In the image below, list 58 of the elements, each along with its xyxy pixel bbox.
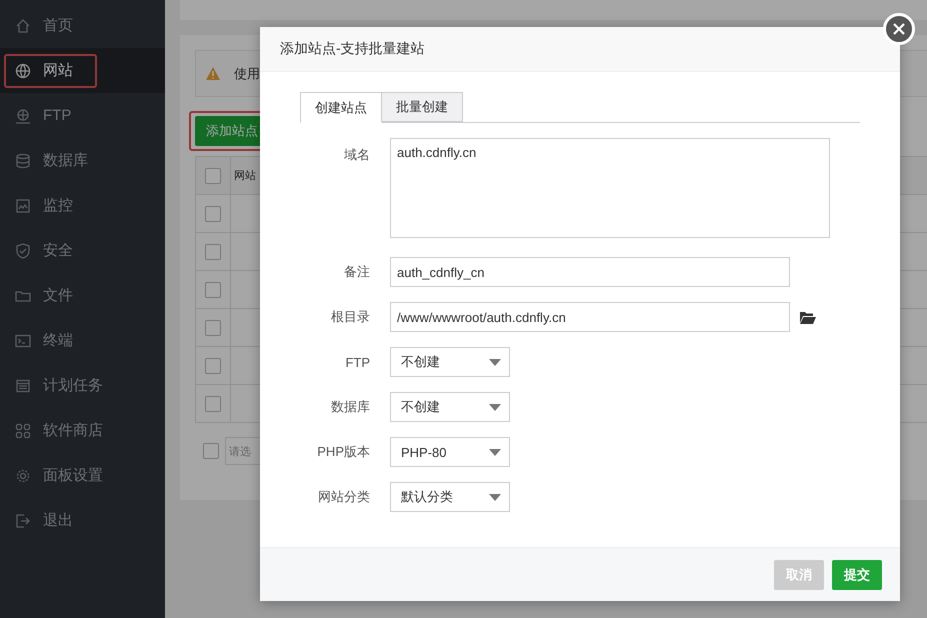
checkbox[interactable] <box>205 320 221 336</box>
checkbox[interactable] <box>205 244 221 260</box>
checkbox[interactable] <box>205 168 221 184</box>
caret-icon <box>489 404 501 410</box>
field-label: PHP版本 <box>316 443 370 461</box>
tab[interactable]: 批量创建 <box>381 92 463 122</box>
sidebar-item[interactable]: 面板设置 <box>0 453 165 498</box>
submit-button[interactable]: 提交 <box>832 560 882 590</box>
sidebar-item[interactable]: 终端 <box>0 318 165 363</box>
close-icon <box>893 23 905 35</box>
caret-icon <box>489 358 501 366</box>
checkbox[interactable] <box>205 396 221 412</box>
checkbox[interactable] <box>205 206 221 222</box>
globe-icon <box>15 62 31 78</box>
home-icon <box>15 18 31 34</box>
monitor-icon <box>15 198 31 214</box>
network-icon <box>15 108 31 124</box>
notice-text: 使用 <box>234 64 260 82</box>
field-label: 域名 <box>343 146 370 164</box>
database-icon <box>15 152 31 168</box>
grid-icon <box>15 422 31 438</box>
field-label: 数据库 <box>330 398 370 416</box>
tab[interactable]: 创建站点 <box>300 92 382 123</box>
calendar-icon <box>15 378 31 394</box>
shield-icon <box>15 242 31 258</box>
field-label: 根目录 <box>330 308 370 326</box>
dialog-title: 添加站点-支持批量建站 <box>280 40 425 58</box>
sidebar-item[interactable]: 文件 <box>0 273 165 318</box>
path-field[interactable]: /www/wwwroot/auth.cdnfly.cn <box>390 302 790 332</box>
select-field[interactable]: 不创建 <box>390 392 510 422</box>
sidebar-item[interactable]: 软件商店 <box>0 408 165 453</box>
gear-icon <box>15 468 31 484</box>
terminal-icon <box>15 332 31 348</box>
select-field[interactable]: PHP-80 <box>390 437 510 467</box>
caret-icon <box>489 448 501 456</box>
select-field[interactable]: 不创建 <box>390 347 510 377</box>
sidebar-item[interactable]: 计划任务 <box>0 363 165 408</box>
caret-icon <box>489 494 501 500</box>
checkbox[interactable] <box>203 443 219 459</box>
field-label: 网站分类 <box>317 488 370 506</box>
column-header: 网站 <box>233 169 256 183</box>
warning-icon <box>206 67 220 80</box>
checkbox[interactable] <box>205 358 221 374</box>
logout-icon <box>15 512 31 528</box>
sidebar-item[interactable]: 首页 <box>0 3 165 48</box>
field-label: 备注 <box>343 263 370 281</box>
sidebar-item[interactable]: 安全 <box>0 228 165 273</box>
sidebar-item[interactable]: FTP <box>0 93 165 138</box>
domain-field[interactable]: auth.cdnfly.cn <box>390 138 830 238</box>
select-field[interactable]: 默认分类 <box>390 482 510 512</box>
sidebar-item[interactable]: 数据库 <box>0 138 165 183</box>
input-field[interactable]: auth_cdnfly_cn <box>390 257 790 287</box>
sidebar-item[interactable]: 网站 <box>0 48 165 93</box>
field-label: FTP <box>344 354 370 370</box>
sidebar-item[interactable]: 监控 <box>0 183 165 228</box>
checkbox[interactable] <box>205 282 221 298</box>
sidebar-item[interactable]: 退出 <box>0 498 165 543</box>
folder-icon[interactable] <box>800 310 816 324</box>
